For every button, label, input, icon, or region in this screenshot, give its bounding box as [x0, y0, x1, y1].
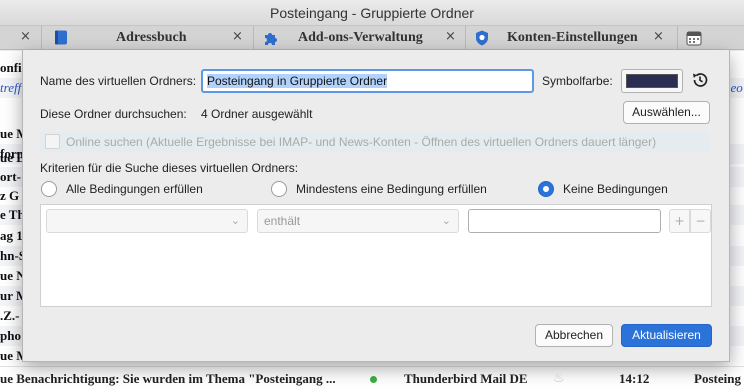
criteria-label: Kriterien für die Suche dieses virtuelle… — [40, 161, 299, 175]
match-all-label: Alle Bedingungen erfüllen — [66, 182, 203, 196]
folder-name-input[interactable]: Posteingang in Gruppierte Ordner — [201, 69, 534, 93]
condition-value-input[interactable] — [468, 209, 661, 233]
match-none-radio[interactable] — [538, 181, 554, 197]
tab-previous[interactable]: × — [0, 26, 42, 50]
status-dot-icon — [370, 376, 377, 383]
tab-close-icon[interactable]: × — [653, 29, 664, 44]
tab-close-icon[interactable]: × — [445, 29, 456, 44]
online-search-label: Online suchen (Aktuelle Ergebnisse bei I… — [66, 135, 657, 149]
condition-operator-select[interactable]: enthält ⌄ — [257, 209, 459, 233]
icon-color-label: Symbolfarbe: — [542, 74, 613, 88]
shield-icon — [475, 30, 489, 46]
tab-label: Add-ons-Verwaltung — [298, 30, 423, 45]
window-title: Posteingang - Gruppierte Ordner — [270, 5, 474, 21]
message-subject: ue Benachrichtigung: Sie wurden im Thema… — [0, 371, 336, 386]
tab-label: Adressbuch — [116, 30, 187, 45]
match-any-label: Mindestens eine Bedingung erfüllen — [296, 182, 487, 196]
condition-field-select[interactable]: ⌄ — [46, 209, 248, 233]
add-condition-button[interactable]: + — [669, 209, 690, 233]
flame-icon: ♨ — [553, 371, 565, 386]
search-folders-label: Diese Ordner durchsuchen: — [40, 107, 187, 121]
choose-folders-button[interactable]: Auswählen... — [623, 101, 710, 124]
message-time: 14:12 — [619, 371, 650, 386]
match-all-radio[interactable] — [41, 181, 57, 197]
tab-addons[interactable]: Add-ons-Verwaltung × — [254, 26, 466, 50]
selected-folders-value: 4 Ordner ausgewählt — [201, 107, 313, 121]
online-search-checkbox[interactable] — [45, 134, 60, 149]
match-none-label: Keine Bedingungen — [563, 182, 668, 196]
tab-strip: × Adressbuch × Add-ons-Verwaltung × Kont… — [0, 26, 744, 50]
update-button[interactable]: Aktualisieren — [621, 324, 712, 347]
chevron-down-icon: ⌄ — [230, 214, 240, 227]
folder-name-label: Name des virtuellen Ordners: — [40, 74, 197, 88]
color-swatch — [626, 74, 678, 88]
tab-close-icon[interactable]: × — [232, 29, 243, 44]
tab-account-settings[interactable]: Konten-Einstellungen × — [466, 26, 678, 50]
match-any-radio[interactable] — [271, 181, 287, 197]
message-sender: Thunderbird Mail DE — [404, 371, 528, 386]
address-book-icon — [54, 30, 68, 45]
icon-color-picker[interactable] — [621, 69, 683, 93]
puzzle-piece-icon — [263, 30, 277, 45]
remove-condition-button[interactable]: − — [690, 209, 711, 233]
reset-color-icon[interactable] — [690, 70, 710, 90]
calendar-icon — [686, 30, 702, 46]
cancel-button[interactable]: Abbrechen — [535, 324, 613, 347]
window-titlebar: Posteingang - Gruppierte Ordner — [0, 0, 744, 26]
chevron-down-icon: ⌄ — [441, 214, 451, 227]
criteria-list: ⌄ enthält ⌄ + − — [40, 204, 712, 307]
tab-close-icon[interactable]: × — [20, 29, 31, 44]
table-row[interactable]: ue Benachrichtigung: Sie wurden im Thema… — [0, 366, 744, 390]
tab-calendar[interactable] — [678, 26, 718, 50]
folder-name-value: Posteingang in Gruppierte Ordner — [207, 74, 388, 88]
online-search-row: Online suchen (Aktuelle Ergebnisse bei I… — [40, 132, 710, 152]
tab-label: Konten-Einstellungen — [507, 30, 638, 45]
tab-address-book[interactable]: Adressbuch × — [42, 26, 254, 50]
message-folder: Posteing — [694, 371, 741, 386]
virtual-folder-dialog: Name des virtuellen Ordners: Posteingang… — [22, 50, 730, 362]
condition-operator-value: enthält — [264, 214, 301, 228]
